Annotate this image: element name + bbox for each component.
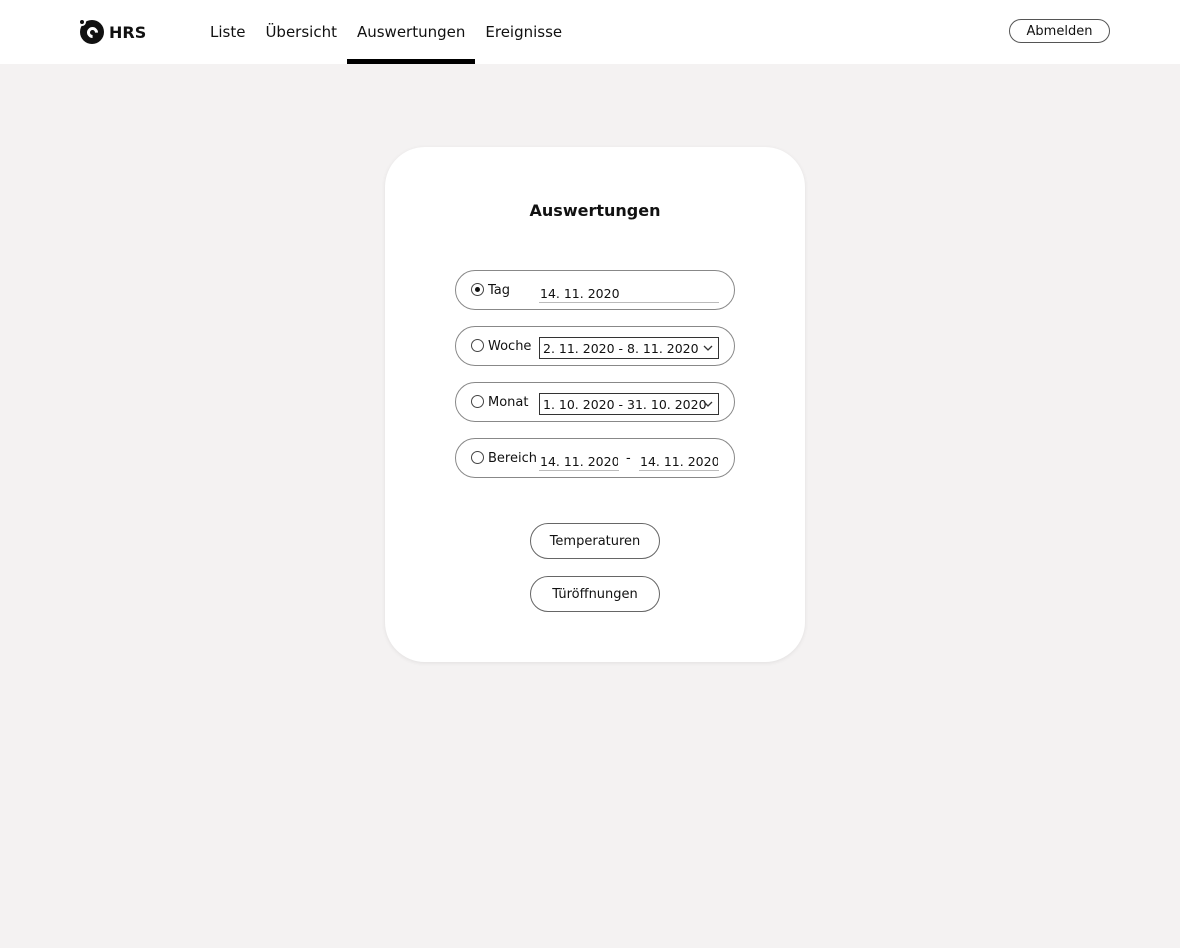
door-openings-button[interactable]: Türöffnungen — [530, 576, 660, 612]
day-date-input[interactable] — [539, 281, 719, 303]
range-from-input[interactable] — [539, 449, 619, 471]
month-select[interactable]: 1. 10. 2020 - 31. 10. 2020 — [539, 393, 719, 415]
month-radio[interactable] — [471, 395, 484, 408]
week-radio[interactable] — [471, 339, 484, 352]
temperatures-button[interactable]: Temperaturen — [530, 523, 660, 559]
day-label: Tag — [488, 283, 511, 298]
range-separator: - — [626, 451, 631, 466]
week-label: Woche — [488, 339, 532, 354]
month-selected-value: 1. 10. 2020 - 31. 10. 2020 — [543, 396, 707, 412]
month-label: Monat — [488, 395, 529, 410]
evaluation-card: Auswertungen Tag Woche 2. 11. 2020 - 8. … — [385, 147, 805, 662]
option-day: Tag — [455, 270, 735, 310]
brand-logo[interactable]: HRS — [78, 18, 147, 45]
nav-item-uebersicht[interactable]: Übersicht — [255, 0, 347, 64]
chevron-down-icon — [703, 401, 713, 407]
range-radio[interactable] — [471, 451, 484, 464]
option-range: Bereich - — [455, 438, 735, 478]
range-to-input[interactable] — [639, 449, 719, 471]
card-title: Auswertungen — [529, 201, 661, 220]
main-nav: Liste Übersicht Auswertungen Ereignisse — [200, 0, 572, 64]
week-select[interactable]: 2. 11. 2020 - 8. 11. 2020 — [539, 337, 719, 359]
nav-item-auswertungen[interactable]: Auswertungen — [346, 0, 476, 64]
brand-name: HRS — [109, 22, 147, 42]
nav-item-ereignisse[interactable]: Ereignisse — [475, 0, 572, 64]
option-month: Monat 1. 10. 2020 - 31. 10. 2020 — [455, 382, 735, 422]
option-week: Woche 2. 11. 2020 - 8. 11. 2020 — [455, 326, 735, 366]
top-navigation-bar: HRS Liste Übersicht Auswertungen Ereigni… — [0, 0, 1180, 64]
range-label: Bereich — [488, 451, 537, 466]
chevron-down-icon — [703, 345, 713, 351]
day-radio[interactable] — [471, 283, 484, 296]
nav-item-liste[interactable]: Liste — [200, 0, 255, 64]
hrs-logo-icon — [78, 18, 104, 44]
week-selected-value: 2. 11. 2020 - 8. 11. 2020 — [543, 340, 699, 356]
logout-button[interactable]: Abmelden — [1009, 19, 1110, 43]
